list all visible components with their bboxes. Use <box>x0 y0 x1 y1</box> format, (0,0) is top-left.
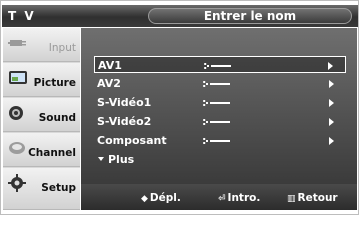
chevron-down-icon <box>98 157 104 161</box>
sidebar: Input Picture Sound Channel Setup <box>3 28 80 210</box>
enter-icon: ⏎ <box>218 194 226 204</box>
hint-move: ◆ Dépl. <box>141 192 181 204</box>
row-value-placeholder <box>207 65 231 67</box>
row-label: S-Vidéo1 <box>97 96 152 109</box>
hint-move-label: Dépl. <box>149 192 181 204</box>
menu-row-svideo1[interactable]: S-Vidéo1 : <box>94 94 346 111</box>
sidebar-item-label: Picture <box>33 77 76 89</box>
arrow-right-icon <box>329 80 334 88</box>
hint-return-label: Retour <box>297 192 338 204</box>
row-value-placeholder <box>206 83 230 85</box>
row-value-placeholder <box>206 140 230 142</box>
menu-row-av1[interactable]: AV1 : <box>94 56 346 73</box>
tv-osd-screen: T V Entrer le nom Input Picture Sound Ch… <box>0 0 359 215</box>
sidebar-item-setup[interactable]: Setup <box>3 168 80 210</box>
hint-enter: ⏎ Intro. <box>218 192 260 204</box>
arrow-right-icon <box>329 99 334 107</box>
up-down-arrows-icon: ◆ <box>141 194 148 204</box>
sidebar-item-label: Channel <box>28 147 76 159</box>
speaker-icon <box>9 106 23 120</box>
page-title: Entrer le nom <box>148 8 352 24</box>
header-bar: T V Entrer le nom <box>2 5 358 27</box>
arrow-right-icon <box>328 62 333 70</box>
hint-return: ▥ Retour <box>287 192 338 204</box>
sidebar-item-label: Input <box>48 42 76 54</box>
footer-hints: ◆ Dépl. ⏎ Intro. ▥ Retour <box>81 184 357 210</box>
picture-icon <box>9 71 27 84</box>
row-value-placeholder <box>206 121 230 123</box>
hint-enter-label: Intro. <box>227 192 261 204</box>
arrow-right-icon <box>329 137 334 145</box>
menu-row-av2[interactable]: AV2 : <box>94 75 346 92</box>
gear-icon <box>8 174 26 192</box>
row-label: Composant <box>97 134 167 147</box>
menu-row-svideo2[interactable]: S-Vidéo2 : <box>94 113 346 130</box>
app-label: T V <box>8 9 36 23</box>
arrow-right-icon <box>329 118 334 126</box>
more-label: Plus <box>108 153 135 166</box>
sidebar-item-input[interactable]: Input <box>3 28 80 62</box>
return-icon: ▥ <box>287 194 296 204</box>
sidebar-item-picture[interactable]: Picture <box>3 63 80 97</box>
row-label: S-Vidéo2 <box>97 115 152 128</box>
sidebar-item-sound[interactable]: Sound <box>3 98 80 132</box>
channel-antenna-icon <box>9 142 25 154</box>
sidebar-item-label: Setup <box>41 182 76 194</box>
menu-row-more[interactable]: Plus <box>94 151 346 168</box>
menu-row-composant[interactable]: Composant : <box>94 132 346 149</box>
input-plug-icon <box>8 40 26 46</box>
row-label: AV2 <box>97 77 121 90</box>
row-value-placeholder <box>206 102 230 104</box>
sidebar-item-label: Sound <box>38 112 76 124</box>
sidebar-item-channel[interactable]: Channel <box>3 133 80 167</box>
row-label: AV1 <box>98 59 122 72</box>
